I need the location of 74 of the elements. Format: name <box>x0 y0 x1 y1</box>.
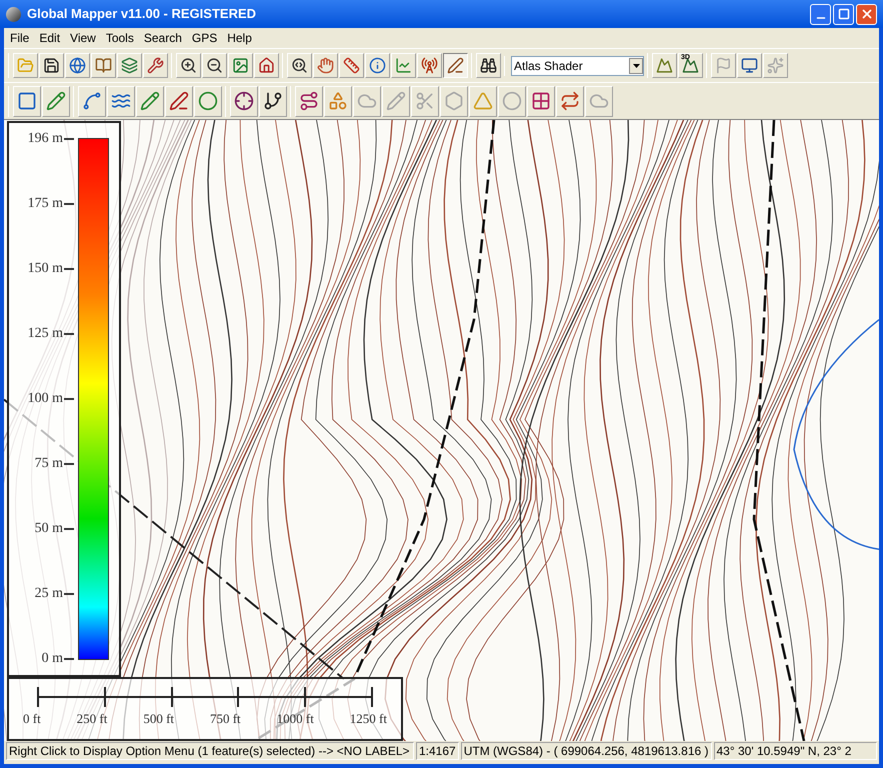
shapes-icon <box>328 91 348 111</box>
legend-tick <box>64 203 74 205</box>
minimize-button[interactable] <box>810 4 831 24</box>
pencil-icon <box>386 91 406 111</box>
status-pane: UTM (WGS84) - ( 699064.256, 4819613.816 ) <box>460 742 712 760</box>
ruler-icon <box>343 57 360 74</box>
flag-icon <box>715 57 732 74</box>
maximize-icon <box>838 8 850 20</box>
grid-icon <box>531 91 551 111</box>
pen-icon <box>169 91 189 111</box>
wrench-icon <box>147 57 164 74</box>
globe-icon <box>69 57 86 74</box>
home-icon <box>258 57 275 74</box>
pen-icon <box>447 57 464 74</box>
menu-item[interactable]: Search <box>144 29 182 47</box>
scale-label: 1000 ft <box>276 710 314 728</box>
line-chart-icon <box>395 57 412 74</box>
legend-label: 75 m <box>34 457 63 471</box>
menu-item[interactable]: Help <box>227 29 252 47</box>
toolbar-button[interactable] <box>443 53 468 78</box>
info-icon <box>369 57 386 74</box>
swap-icon <box>560 91 580 111</box>
route-icon <box>299 91 319 111</box>
tower-icon <box>421 57 438 74</box>
legend-label: 150 m <box>28 262 63 276</box>
ring-icon <box>502 91 522 111</box>
status-pane: 1:4167 <box>416 742 459 760</box>
legend-tick <box>64 333 74 335</box>
window-title: Global Mapper v11.00 - REGISTERED <box>27 5 258 24</box>
terrain-icon <box>656 57 673 74</box>
menu-item[interactable]: View <box>70 29 96 47</box>
legend-tick <box>64 268 74 270</box>
legend-tick <box>64 398 74 400</box>
legend-tick <box>64 463 74 465</box>
polygon-icon <box>444 91 464 111</box>
triangle-icon <box>473 91 493 111</box>
magnifier-icon <box>291 57 308 74</box>
legend-label: 0 m <box>42 652 63 666</box>
folder-icon <box>17 57 34 74</box>
pencil-icon <box>140 91 160 111</box>
shader-dropdown[interactable]: Atlas Shader <box>511 56 644 76</box>
legend-label: 100 m <box>28 392 63 406</box>
book-icon <box>95 57 112 74</box>
legend-tick <box>64 528 74 530</box>
close-button[interactable] <box>856 4 877 24</box>
legend-label: 50 m <box>34 522 63 536</box>
legend-label: 175 m <box>28 197 63 211</box>
scale-label: 1250 ft <box>350 710 387 728</box>
layers-icon <box>121 57 138 74</box>
globe-icon <box>6 6 21 22</box>
menu-item[interactable]: GPS <box>192 29 218 47</box>
scale-label: 250 ft <box>76 710 108 728</box>
legend-label: 125 m <box>28 327 63 341</box>
zoom-in-icon <box>180 57 197 74</box>
legend-tick <box>64 593 74 595</box>
legend-tick <box>64 658 74 660</box>
close-icon <box>860 7 874 21</box>
legend-tick <box>64 138 74 140</box>
status-pane: Right Click to Display Option Menu (1 feature(s) selected) --> <NO LABEL> <box>6 742 414 760</box>
picture-icon <box>232 57 249 74</box>
binoculars-icon <box>480 57 497 74</box>
menu-item[interactable]: Tools <box>106 29 134 47</box>
scale-label: 500 ft <box>143 710 174 728</box>
status-pane: 43° 30' 10.5949" N, 23° 2 <box>714 742 877 760</box>
hand-icon <box>317 57 334 74</box>
scale-label: 750 ft <box>210 710 241 728</box>
scale-label: 0 ft <box>23 710 41 728</box>
legend-label: 196 m <box>28 132 63 146</box>
menu-item[interactable]: File <box>10 29 30 47</box>
legend-label: 25 m <box>34 587 63 601</box>
scissors-icon <box>415 91 435 111</box>
menu-item[interactable]: Edit <box>39 29 60 47</box>
zoom-out-icon <box>206 57 223 74</box>
maximize-button[interactable] <box>833 4 854 24</box>
